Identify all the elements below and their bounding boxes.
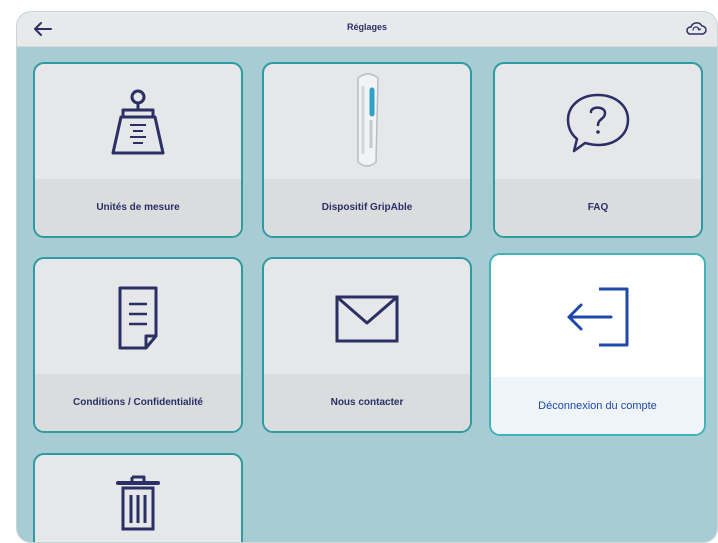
weight-scale-icon [111,89,165,154]
trash-icon [116,475,160,531]
document-icon [118,286,158,349]
tile-label: Conditions / Confidentialité [35,374,241,431]
settings-screen: Réglages Unités de mesure Dispositif Gri… [17,12,717,542]
cloud-sync-icon [686,22,707,35]
tile-units[interactable]: Unités de mesure [33,62,243,238]
tile-label: Déconnexion du compte [491,377,704,434]
tile-faq[interactable]: FAQ [493,62,703,238]
envelope-icon [335,295,399,342]
logout-icon [567,287,628,347]
tile-label: Nous contacter [264,374,470,431]
tile-label: Dispositif GripAble [264,179,470,236]
tile-delete-account[interactable] [33,453,243,542]
question-bubble-icon [566,93,630,152]
tile-label: FAQ [495,179,701,236]
tile-logout[interactable]: Déconnexion du compte [489,253,706,436]
tile-contact-us[interactable]: Nous contacter [262,257,472,433]
cloud-sync-button[interactable] [683,18,709,40]
tile-label: Unités de mesure [35,179,241,236]
page-title: Réglages [346,22,388,32]
tile-gripable-device[interactable]: Dispositif GripAble [262,62,472,238]
top-bar: Réglages [17,12,717,47]
tile-terms-privacy[interactable]: Conditions / Confidentialité [33,257,243,433]
gripable-device-image [357,72,379,167]
